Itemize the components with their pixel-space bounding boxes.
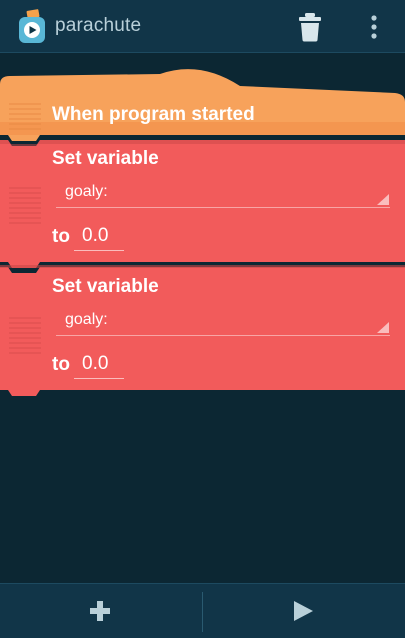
dropdown-arrow-icon[interactable] [377, 322, 389, 333]
variable-dropdown-2-underline [56, 335, 390, 336]
script-blocks-graphic [0, 69, 405, 396]
value-field-1-underline [74, 250, 124, 251]
hat-block-label[interactable]: When program started [52, 104, 255, 126]
play-button[interactable] [203, 584, 405, 638]
variable-dropdown-2-value[interactable]: goaly: [65, 311, 108, 329]
variable-dropdown-1-value[interactable]: goaly: [65, 183, 108, 201]
play-icon [294, 601, 313, 621]
to-label-1: to [52, 226, 70, 247]
app-root: parachute When program started Set varia… [0, 0, 405, 638]
dropdown-arrow-icon[interactable] [377, 194, 389, 205]
value-field-2-underline [74, 378, 124, 379]
set-variable-block-2-label[interactable]: Set variable [52, 276, 159, 298]
plus-icon [90, 601, 110, 621]
value-field-2[interactable]: 0.0 [82, 353, 108, 375]
bottom-bar [0, 583, 405, 638]
set-variable-block-1-label[interactable]: Set variable [52, 148, 159, 170]
to-label-2: to [52, 354, 70, 375]
variable-dropdown-1-underline [56, 207, 390, 208]
value-field-1[interactable]: 0.0 [82, 225, 108, 247]
add-brick-button[interactable] [0, 584, 202, 638]
